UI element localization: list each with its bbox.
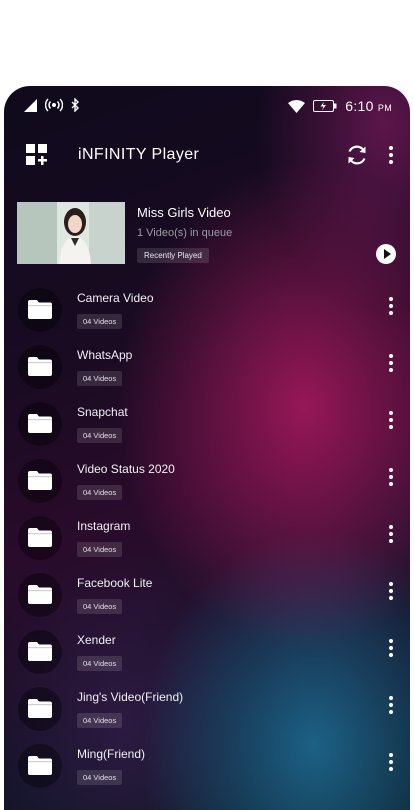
recently-played-card[interactable]: Miss Girls Video 1 Video(s) in queue Rec… xyxy=(4,194,410,268)
folder-icon xyxy=(28,528,52,547)
folder-item[interactable]: Jing's Video(Friend) 04 Videos xyxy=(4,683,410,740)
folder-name: Jing's Video(Friend) xyxy=(77,690,184,704)
recently-played-badge: Recently Played xyxy=(137,248,209,263)
folder-item[interactable]: Camera Video 04 Videos xyxy=(4,284,410,341)
folder-icon xyxy=(28,699,52,718)
status-bar: 6:10 PM xyxy=(4,86,410,126)
now-playing-queue: 1 Video(s) in queue xyxy=(137,227,233,239)
phone-screen: 6:10 PM iNFINITY Player Miss Girls Video… xyxy=(4,86,410,810)
folder-name: Snapchat xyxy=(77,405,128,419)
more-vert-icon[interactable] xyxy=(384,142,398,168)
app-title: iNFINITY Player xyxy=(78,146,200,163)
folder-video-count: 04 Videos xyxy=(77,713,123,728)
folder-icon-wrap xyxy=(18,402,62,446)
folder-icon-wrap xyxy=(18,744,62,788)
more-vert-icon[interactable] xyxy=(384,468,398,490)
more-vert-icon[interactable] xyxy=(384,525,398,547)
folder-icon-wrap xyxy=(18,573,62,617)
more-vert-icon[interactable] xyxy=(384,354,398,376)
folder-name: Instagram xyxy=(77,519,131,533)
folder-icon xyxy=(28,414,52,433)
folder-icon xyxy=(28,357,52,376)
more-vert-icon[interactable] xyxy=(384,639,398,661)
folder-item[interactable]: Video Status 2020 04 Videos xyxy=(4,455,410,512)
folder-icon-wrap xyxy=(18,516,62,560)
more-vert-icon[interactable] xyxy=(384,582,398,604)
more-vert-icon[interactable] xyxy=(384,411,398,433)
folder-item[interactable]: WhatsApp 04 Videos xyxy=(4,341,410,398)
thumbnail-image xyxy=(17,202,125,264)
folder-item[interactable]: Xender 04 Videos xyxy=(4,626,410,683)
folder-icon-wrap xyxy=(18,687,62,731)
folder-name: Camera Video xyxy=(77,291,154,305)
more-vert-icon[interactable] xyxy=(384,696,398,718)
clock-ampm: PM xyxy=(377,103,392,113)
folder-video-count: 04 Videos xyxy=(77,656,123,671)
folder-name: WhatsApp xyxy=(77,348,133,362)
folder-icon xyxy=(28,300,52,319)
wifi-icon xyxy=(288,99,306,113)
folder-item[interactable]: Instagram 04 Videos xyxy=(4,512,410,569)
folder-icon-wrap xyxy=(18,630,62,674)
folder-video-count: 04 Videos xyxy=(77,428,123,443)
now-playing-title: Miss Girls Video xyxy=(137,205,231,220)
folder-video-count: 04 Videos xyxy=(77,485,123,500)
folder-video-count: 04 Videos xyxy=(77,542,123,557)
folder-icon-wrap xyxy=(18,288,62,332)
clock: 6:10 PM xyxy=(345,98,392,114)
folder-video-count: 04 Videos xyxy=(77,314,123,329)
folder-name: Facebook Lite xyxy=(77,576,153,590)
folder-item[interactable]: Facebook Lite 04 Videos xyxy=(4,569,410,626)
app-grid-icon[interactable] xyxy=(26,144,48,166)
folder-video-count: 04 Videos xyxy=(77,599,123,614)
folder-video-count: 04 Videos xyxy=(77,371,123,386)
folder-name: Video Status 2020 xyxy=(77,462,175,476)
folder-icon xyxy=(28,471,52,490)
folder-item[interactable]: Ming(Friend) 04 Videos xyxy=(4,740,410,797)
hotspot-icon xyxy=(45,98,63,112)
folder-icon-wrap xyxy=(18,345,62,389)
folder-name: Xender xyxy=(77,633,116,647)
folder-name: Ming(Friend) xyxy=(77,747,146,761)
folder-video-count: 04 Videos xyxy=(77,770,123,785)
more-vert-icon[interactable] xyxy=(384,297,398,319)
clock-time: 6:10 xyxy=(345,98,374,114)
refresh-icon[interactable] xyxy=(344,142,370,168)
play-icon[interactable] xyxy=(376,244,396,264)
signal-icon xyxy=(24,98,37,112)
folder-icon xyxy=(28,585,52,604)
app-bar: iNFINITY Player xyxy=(4,126,410,182)
folder-icon xyxy=(28,756,52,775)
folder-icon xyxy=(28,642,52,661)
folder-icon-wrap xyxy=(18,459,62,503)
battery-icon xyxy=(313,100,337,112)
video-thumbnail[interactable] xyxy=(17,202,125,264)
more-vert-icon[interactable] xyxy=(384,753,398,775)
folder-list: Camera Video 04 Videos WhatsApp 04 Video… xyxy=(4,284,410,797)
folder-item[interactable]: Snapchat 04 Videos xyxy=(4,398,410,455)
bluetooth-icon xyxy=(71,98,79,112)
